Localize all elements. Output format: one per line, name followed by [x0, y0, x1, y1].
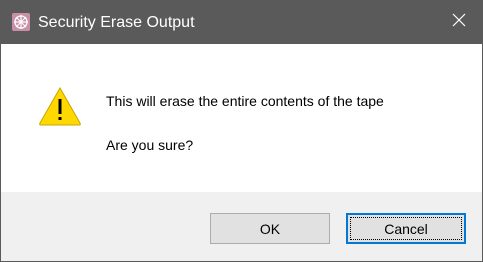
window-title: Security Erase Output	[38, 14, 195, 31]
close-icon	[451, 12, 467, 33]
button-bar: OK Cancel	[1, 192, 482, 261]
message-line-1: This will erase the entire contents of t…	[106, 93, 384, 109]
ok-button[interactable]: OK	[210, 213, 330, 244]
warning-icon	[38, 86, 82, 126]
security-erase-dialog: Security Erase Output This will erase th…	[0, 0, 483, 262]
cancel-button[interactable]: Cancel	[346, 213, 466, 244]
message-line-2: Are you sure?	[106, 137, 194, 153]
cancel-button-label: Cancel	[384, 220, 428, 237]
close-button[interactable]	[436, 1, 482, 44]
app-logo-icon	[12, 13, 30, 31]
message-area: This will erase the entire contents of t…	[1, 44, 482, 192]
title-bar[interactable]: Security Erase Output	[1, 1, 482, 44]
